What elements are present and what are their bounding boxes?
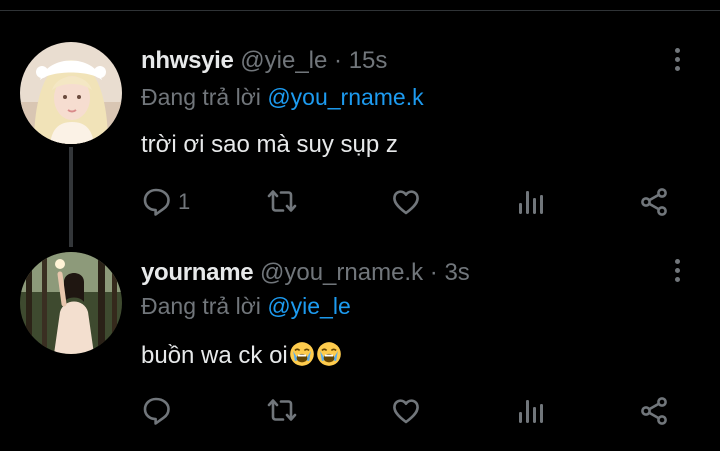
avatar[interactable] [20, 252, 122, 354]
replying-to: Đang trả lời @you_rname.k [141, 84, 424, 111]
loudly-crying-face-icon [289, 341, 315, 367]
timestamp[interactable]: 15s [349, 47, 388, 74]
retweet-button[interactable] [265, 187, 299, 217]
retweet-icon [267, 190, 297, 212]
more-icon[interactable] [672, 259, 684, 285]
reply-count: 1 [178, 189, 191, 214]
tweet-text: buồn wa ck oi [141, 341, 342, 370]
retweet-button[interactable] [265, 396, 299, 426]
timestamp[interactable]: 3s [444, 259, 469, 286]
avatar[interactable] [20, 42, 122, 144]
share-icon [641, 397, 667, 425]
replying-prefix: Đang trả lời [141, 293, 261, 319]
reply-button[interactable]: 1 [142, 187, 190, 217]
tweet-header: yourname @you_rname.k · 3s [141, 259, 470, 287]
like-icon [393, 190, 419, 215]
replying-prefix: Đang trả lời [141, 84, 261, 110]
tweet-text-content: buồn wa ck oi [141, 342, 288, 369]
more-icon[interactable] [672, 48, 684, 74]
analytics-button[interactable] [516, 396, 546, 426]
user-handle[interactable]: @yie_le [240, 47, 327, 74]
tweet-text: trời ơi sao mà suy sụp z [141, 131, 398, 159]
share-icon [641, 188, 667, 216]
analytics-icon [519, 400, 543, 423]
like-icon [393, 399, 419, 424]
separator-dot: · [334, 47, 343, 74]
tweet-text-content: trời ơi sao mà suy sụp z [141, 131, 398, 158]
mention-link[interactable]: @yie_le [267, 293, 350, 319]
analytics-button[interactable] [516, 187, 546, 217]
reply-icon [143, 397, 170, 425]
tweet-item[interactable]: nhwsyie @yie_le · 15s Đang trả lời @you_… [0, 0, 720, 240]
user-handle[interactable]: @you_rname.k [260, 259, 423, 286]
like-button[interactable] [391, 396, 421, 426]
share-button[interactable] [639, 396, 669, 426]
separator-dot: · [429, 259, 438, 286]
retweet-icon [267, 399, 297, 421]
mention-link[interactable]: @you_rname.k [267, 84, 423, 110]
share-button[interactable] [639, 187, 669, 217]
reply-button[interactable] [142, 396, 178, 426]
replying-to: Đang trả lời @yie_le [141, 293, 351, 320]
like-button[interactable] [391, 187, 421, 217]
display-name[interactable]: yourname [141, 259, 254, 286]
tweet-item[interactable]: yourname @you_rname.k · 3s Đang trả lời … [0, 240, 720, 451]
display-name[interactable]: nhwsyie [141, 47, 234, 74]
analytics-icon [519, 191, 543, 214]
loudly-crying-face-icon [316, 341, 342, 367]
reply-icon [143, 188, 170, 216]
tweet-header: nhwsyie @yie_le · 15s [141, 47, 387, 75]
